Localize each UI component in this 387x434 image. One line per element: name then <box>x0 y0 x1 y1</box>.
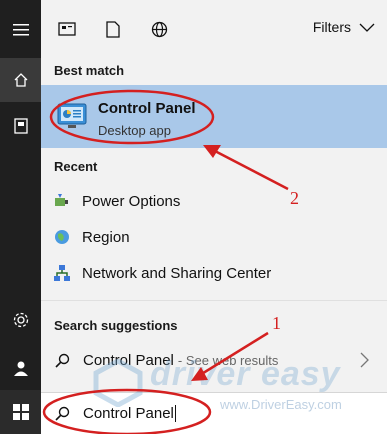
user-icon <box>13 361 28 376</box>
search-icon <box>55 406 70 421</box>
account-button[interactable] <box>0 346 41 390</box>
recent-item-power-options[interactable]: Power Options <box>41 183 387 219</box>
search-scope-toolbar: Filters <box>41 0 387 58</box>
best-match-title: Control Panel <box>98 100 196 117</box>
settings-button[interactable] <box>0 298 41 342</box>
search-input[interactable]: Control Panel <box>83 405 176 423</box>
recent-heading: Recent <box>54 159 98 174</box>
search-results-panel: Filters Best match Control Panel Desktop… <box>41 0 387 434</box>
section-divider <box>41 300 387 301</box>
document-icon <box>13 118 28 134</box>
recent-item-region[interactable]: Region <box>41 219 387 255</box>
documents-button[interactable] <box>0 104 41 148</box>
chevron-down-icon <box>359 23 375 32</box>
search-suggestion-item[interactable]: Control Panel - See web results <box>41 342 387 378</box>
filters-dropdown[interactable]: Filters <box>313 19 375 35</box>
text-caret <box>174 405 176 423</box>
document-icon <box>106 20 120 38</box>
annotation-number-1: 1 <box>272 313 281 333</box>
hamburger-icon <box>12 24 29 36</box>
web-scope-button[interactable] <box>136 0 182 58</box>
hamburger-menu-button[interactable] <box>0 8 41 52</box>
search-suggestions-heading: Search suggestions <box>54 318 178 333</box>
recent-item-network-and-sharing[interactable]: Network and Sharing Center <box>41 255 387 291</box>
filters-label: Filters <box>312 19 351 35</box>
annotation-number-2: 2 <box>290 188 299 208</box>
apps-scope-button[interactable] <box>44 0 90 58</box>
windows-logo-icon <box>12 404 29 420</box>
best-match-result[interactable]: Control Panel Desktop app <box>41 85 387 148</box>
chevron-right-icon[interactable] <box>360 352 369 368</box>
recent-item-label: Power Options <box>82 192 181 210</box>
best-match-subtitle: Desktop app <box>98 123 171 138</box>
search-box[interactable]: Control Panel <box>41 392 387 434</box>
network-icon <box>53 264 71 282</box>
home-button[interactable] <box>0 58 41 102</box>
apps-icon <box>58 22 76 36</box>
power-options-icon <box>53 192 71 210</box>
recent-item-label: Region <box>82 228 130 246</box>
search-input-value: Control Panel <box>83 404 174 422</box>
region-globe-icon <box>53 228 71 246</box>
search-icon <box>55 353 70 368</box>
documents-scope-button[interactable] <box>90 0 136 58</box>
gear-icon <box>13 312 28 328</box>
start-button[interactable] <box>0 390 41 434</box>
control-panel-icon <box>57 103 87 134</box>
home-icon <box>14 73 27 87</box>
suggestion-label: Control Panel <box>83 351 174 369</box>
recent-item-label: Network and Sharing Center <box>82 264 272 282</box>
start-menu-sidebar <box>0 0 41 434</box>
best-match-heading: Best match <box>54 63 125 78</box>
globe-icon <box>151 21 167 37</box>
suggestion-hint: - See web results <box>177 352 279 368</box>
